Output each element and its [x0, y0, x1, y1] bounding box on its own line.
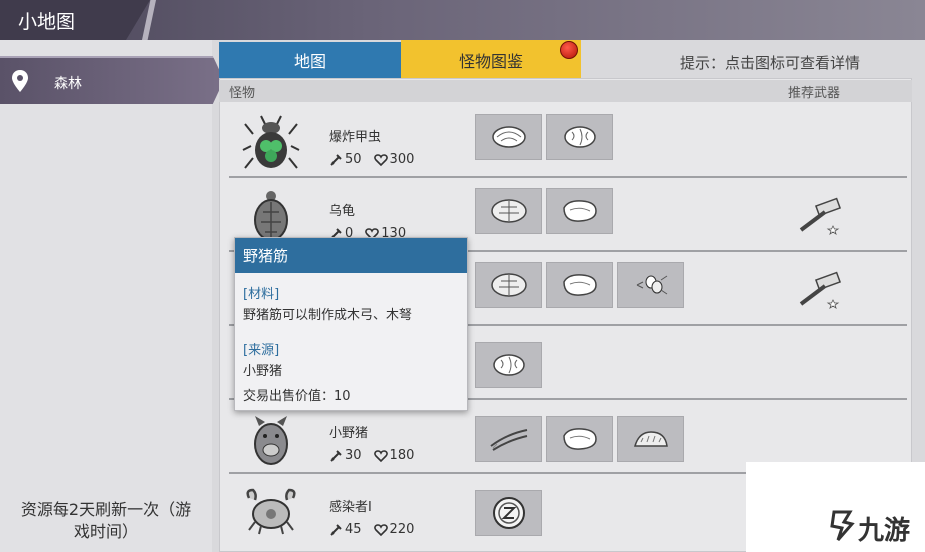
- material-slot[interactable]: [617, 262, 684, 308]
- attack-stat: 30: [329, 448, 362, 463]
- monster-stats: 30 180: [329, 448, 414, 463]
- boar-icon[interactable]: [241, 410, 301, 470]
- hp-stat: 300: [373, 152, 415, 167]
- left-panel: [0, 40, 212, 552]
- tooltip-price: 交易出售价值：10: [243, 389, 351, 404]
- attack-value: 30: [345, 448, 362, 463]
- location-label: 森林: [54, 76, 82, 92]
- hp-stat: 220: [373, 522, 415, 537]
- sinew-icon: [489, 429, 527, 451]
- material-slot[interactable]: [475, 416, 542, 462]
- hp-value: 300: [389, 152, 415, 167]
- tooltip-material-tag: [材料]: [243, 287, 280, 302]
- monster-name: 爆炸甲虫: [329, 130, 382, 145]
- material-slot[interactable]: [475, 490, 542, 536]
- heart-icon: [373, 153, 388, 166]
- brain-icon: [563, 126, 596, 148]
- monster-stats: 45 220: [329, 522, 414, 537]
- refresh-note-line2: 戏时间）: [73, 522, 138, 541]
- material-slot[interactable]: [475, 342, 542, 388]
- heart-icon: [373, 449, 388, 462]
- material-slot[interactable]: [546, 262, 613, 308]
- meat-icon: [562, 274, 597, 296]
- attack-value: 45: [345, 522, 362, 537]
- monster-name: 小野猪: [329, 426, 369, 441]
- attack-value: 50: [345, 152, 362, 167]
- monster-name: 乌龟: [329, 204, 356, 219]
- tooltip-source-tag: [来源]: [243, 343, 280, 358]
- meat-icon: [562, 200, 597, 222]
- watermark-text: 九游: [858, 516, 911, 546]
- material-slot[interactable]: [475, 114, 542, 160]
- page-title: 小地图: [18, 11, 76, 33]
- alert-dot-icon: [560, 41, 578, 59]
- brain-icon: [492, 354, 525, 376]
- monster-name: 感染者I: [329, 500, 372, 515]
- fur-icon: [633, 431, 668, 447]
- item-tooltip: 野猪筋 [材料] 野猪筋可以制作成木弓、木弩 [来源] 小野猪 交易出售价值：1…: [234, 237, 468, 411]
- tooltip-title: 野猪筋: [235, 238, 467, 273]
- beetle-icon[interactable]: [241, 114, 301, 174]
- attack-icon: [330, 449, 342, 462]
- turtle-shell-icon: [490, 199, 527, 223]
- attack-stat: 50: [329, 152, 362, 167]
- attack-stat: 45: [329, 522, 362, 537]
- monster-row-beetle[interactable]: 爆炸甲虫 50 300: [229, 106, 907, 178]
- shell-fragment-icon: [491, 126, 526, 148]
- heart-icon: [373, 523, 388, 536]
- tab-monster-label: 怪物图鉴: [458, 52, 523, 71]
- material-slot[interactable]: [475, 188, 542, 234]
- egg-icon: [636, 275, 667, 295]
- coin-icon: [492, 497, 525, 529]
- refresh-note-line1: 资源每2天刷新一次（游: [20, 500, 192, 519]
- hp-value: 220: [389, 522, 415, 537]
- hp-value: 180: [389, 448, 415, 463]
- header-weapon: 推荐武器: [788, 86, 841, 101]
- hint-text: 提示：点击图标可查看详情: [680, 54, 861, 72]
- material-slot[interactable]: [546, 114, 613, 160]
- header-monster: 怪物: [229, 86, 256, 101]
- attack-icon: [330, 153, 342, 166]
- tooltip-material-text: 野猪筋可以制作成木弓、木弩: [243, 308, 413, 323]
- material-slot[interactable]: [546, 188, 613, 234]
- monster-stats: 50 300: [329, 152, 414, 167]
- attack-icon: [330, 523, 342, 536]
- meat-icon: [562, 428, 597, 450]
- location-tab-forest[interactable]: 森林: [0, 56, 224, 104]
- refresh-note: 资源每2天刷新一次（游 戏时间）: [0, 499, 212, 543]
- hammer-weapon-icon[interactable]: [789, 266, 849, 314]
- infected-crab-icon[interactable]: [241, 484, 301, 544]
- map-pin-icon: [12, 70, 28, 96]
- material-slot[interactable]: [617, 416, 684, 462]
- watermark-logo-icon: [830, 508, 856, 546]
- turtle-shell-icon: [490, 273, 527, 297]
- tab-map[interactable]: 地图: [219, 42, 401, 78]
- material-slot[interactable]: [475, 262, 542, 308]
- material-slot[interactable]: [546, 416, 613, 462]
- hp-stat: 180: [373, 448, 415, 463]
- tooltip-source-text: 小野猪: [243, 364, 283, 379]
- hammer-weapon-icon[interactable]: [789, 192, 849, 240]
